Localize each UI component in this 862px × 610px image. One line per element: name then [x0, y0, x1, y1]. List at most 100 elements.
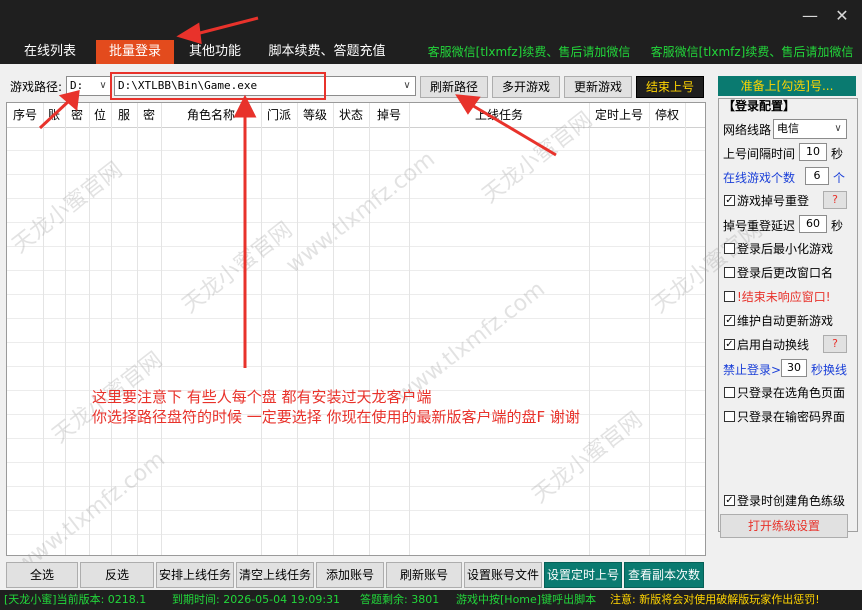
- auto-switch-help-button[interactable]: ?: [823, 335, 847, 353]
- game-path-label: 游戏路径:: [10, 80, 63, 94]
- invert-selection-button[interactable]: 反选: [80, 562, 154, 588]
- status-version: [天龙小蜜]当前版本: 0218.1: [4, 593, 147, 606]
- login-config-title: 【登录配置】: [723, 99, 796, 113]
- drop-relogin-label: 游戏掉号重登: [737, 194, 810, 208]
- clear-tasks-button[interactable]: 清空上线任务: [236, 562, 314, 588]
- auto-switch-label: 启用自动换线: [737, 338, 810, 352]
- online-count-label: 在线游戏个数: [723, 171, 796, 185]
- rename-after-label: 登录后更改窗口名: [737, 266, 834, 280]
- rename-after-checkbox[interactable]: [724, 267, 735, 278]
- column-header[interactable]: 位: [89, 103, 111, 127]
- column-header[interactable]: 停权: [649, 103, 685, 127]
- set-timed-login-button[interactable]: 设置定时上号: [544, 562, 622, 588]
- login-interval-input[interactable]: 10: [799, 143, 827, 161]
- set-account-file-button[interactable]: 设置账号文件: [464, 562, 542, 588]
- drop-delay-unit: 秒: [831, 219, 844, 233]
- column-header[interactable]: 序号: [7, 103, 43, 127]
- online-count-input[interactable]: 6: [805, 167, 829, 185]
- column-divider: [161, 103, 162, 555]
- login-interval-unit: 秒: [831, 147, 844, 161]
- annotation-note-line2: 你选择路径盘符的时候 一定要选择 你现在使用的最新版客户端的盘F 谢谢: [92, 408, 580, 426]
- status-expire: 到期时间: 2026-05-04 19:09:31: [172, 593, 341, 606]
- column-divider: [65, 103, 66, 555]
- column-divider: [589, 103, 590, 555]
- tab-online-list[interactable]: 在线列表: [14, 40, 86, 64]
- column-header[interactable]: 状态: [333, 103, 369, 127]
- status-notice: 注意: 新版将会对使用破解版玩家作出惩罚!: [610, 593, 820, 606]
- close-icon[interactable]: ✕: [830, 6, 854, 26]
- main-window: — ✕ 在线列表 批量登录 其他功能 脚本续费、答题充值 客服微信[tlxmfz…: [0, 0, 862, 610]
- ready-login-label: 准备上[勾选]号...: [718, 76, 856, 96]
- column-header[interactable]: 角色名称: [161, 103, 261, 127]
- chevron-down-icon: ∨: [99, 80, 107, 91]
- drop-relogin-checkbox[interactable]: ✓: [724, 195, 735, 206]
- network-line-label: 网络线路: [723, 123, 772, 137]
- auto-update-label: 维护自动更新游戏: [737, 314, 834, 328]
- minimize-after-checkbox[interactable]: [724, 243, 735, 254]
- column-header[interactable]: 上线任务: [409, 103, 589, 127]
- drop-delay-input[interactable]: 60: [799, 215, 827, 233]
- create-char-label: 登录时创建角色练级: [737, 494, 846, 508]
- arrange-tasks-button[interactable]: 安排上线任务: [156, 562, 234, 588]
- column-header[interactable]: 密: [65, 103, 89, 127]
- select-all-button[interactable]: 全选: [6, 562, 78, 588]
- online-count-unit: 个: [833, 171, 846, 185]
- drive-select[interactable]: D: ∨: [66, 76, 112, 96]
- column-header[interactable]: 账: [43, 103, 65, 127]
- login-config-panel: 准备上[勾选]号... 【登录配置】 网络线路 电信 ∨ 上号间隔时间 10 秒…: [712, 64, 862, 564]
- chevron-down-icon: ∨: [834, 123, 842, 134]
- drop-delay-label: 掉号重登延迟: [723, 219, 796, 233]
- column-header[interactable]: 门派: [261, 103, 297, 127]
- network-line-value: 电信: [777, 122, 799, 135]
- game-path-select[interactable]: D:\XTLBB\Bin\Game.exe ∨: [114, 76, 416, 96]
- end-login-button[interactable]: 结束上号: [636, 76, 704, 98]
- column-divider: [409, 103, 410, 555]
- column-header[interactable]: 等级: [297, 103, 333, 127]
- title-tab-bar: — ✕ 在线列表 批量登录 其他功能 脚本续费、答题充值 客服微信[tlxmfz…: [0, 0, 862, 64]
- column-header[interactable]: 密: [137, 103, 161, 127]
- column-divider: [369, 103, 370, 555]
- tab-renew-recharge[interactable]: 脚本续费、答题充值: [262, 40, 392, 64]
- tab-wechat-support-2[interactable]: 客服微信[tlxmfz]续费、售后请加微信: [646, 40, 858, 64]
- game-path-value: D:\XTLBB\Bin\Game.exe: [118, 79, 258, 92]
- view-dungeon-count-button[interactable]: 查看副本次数: [624, 562, 704, 588]
- annotation-note-line1: 这里要注意下 有些人每个盘 都有安装过天龙客户端: [92, 388, 432, 406]
- only-char-page-checkbox[interactable]: [724, 387, 735, 398]
- update-game-button[interactable]: 更新游戏: [564, 76, 632, 98]
- ban-login-input[interactable]: 30: [781, 359, 807, 377]
- network-line-select[interactable]: 电信 ∨: [773, 119, 847, 139]
- column-divider: [89, 103, 90, 555]
- column-header[interactable]: 服: [111, 103, 137, 127]
- tab-other-functions[interactable]: 其他功能: [182, 40, 248, 64]
- create-char-checkbox[interactable]: ✓: [724, 495, 735, 506]
- tab-wechat-support-1[interactable]: 客服微信[tlxmfz]续费、售后请加微信: [424, 40, 634, 64]
- auto-switch-checkbox[interactable]: ✓: [724, 339, 735, 350]
- account-table[interactable]: 序号 账 密 位 服 密 角色名称 门派 等级 状态 掉号 上线任务 定时上号 …: [6, 102, 706, 556]
- open-level-settings-button[interactable]: 打开练级设置: [720, 514, 848, 538]
- only-pwd-page-checkbox[interactable]: [724, 411, 735, 422]
- column-divider: [297, 103, 298, 555]
- column-divider: [685, 103, 686, 555]
- multi-open-button[interactable]: 多开游戏: [492, 76, 560, 98]
- add-account-button[interactable]: 添加账号: [316, 562, 384, 588]
- only-pwd-page-label: 只登录在输密码界面: [737, 410, 846, 424]
- refresh-path-button[interactable]: 刷新路径: [420, 76, 488, 98]
- only-char-page-label: 只登录在选角色页面: [737, 386, 846, 400]
- column-divider: [43, 103, 44, 555]
- tab-batch-login[interactable]: 批量登录: [96, 40, 174, 64]
- minimize-icon[interactable]: —: [798, 6, 822, 26]
- end-unresponsive-label: !结束未响应窗口!: [737, 290, 831, 304]
- drive-value: D:: [70, 79, 84, 92]
- column-divider: [111, 103, 112, 555]
- minimize-after-label: 登录后最小化游戏: [737, 242, 834, 256]
- column-divider: [649, 103, 650, 555]
- auto-update-checkbox[interactable]: ✓: [724, 315, 735, 326]
- column-header[interactable]: 定时上号: [589, 103, 649, 127]
- drop-relogin-help-button[interactable]: ?: [823, 191, 847, 209]
- column-divider: [137, 103, 138, 555]
- refresh-account-button[interactable]: 刷新账号: [386, 562, 462, 588]
- end-unresponsive-checkbox[interactable]: [724, 291, 735, 302]
- column-divider: [333, 103, 334, 555]
- column-header[interactable]: 掉号: [369, 103, 409, 127]
- status-bar: [天龙小蜜]当前版本: 0218.1 到期时间: 2026-05-04 19:0…: [0, 590, 862, 610]
